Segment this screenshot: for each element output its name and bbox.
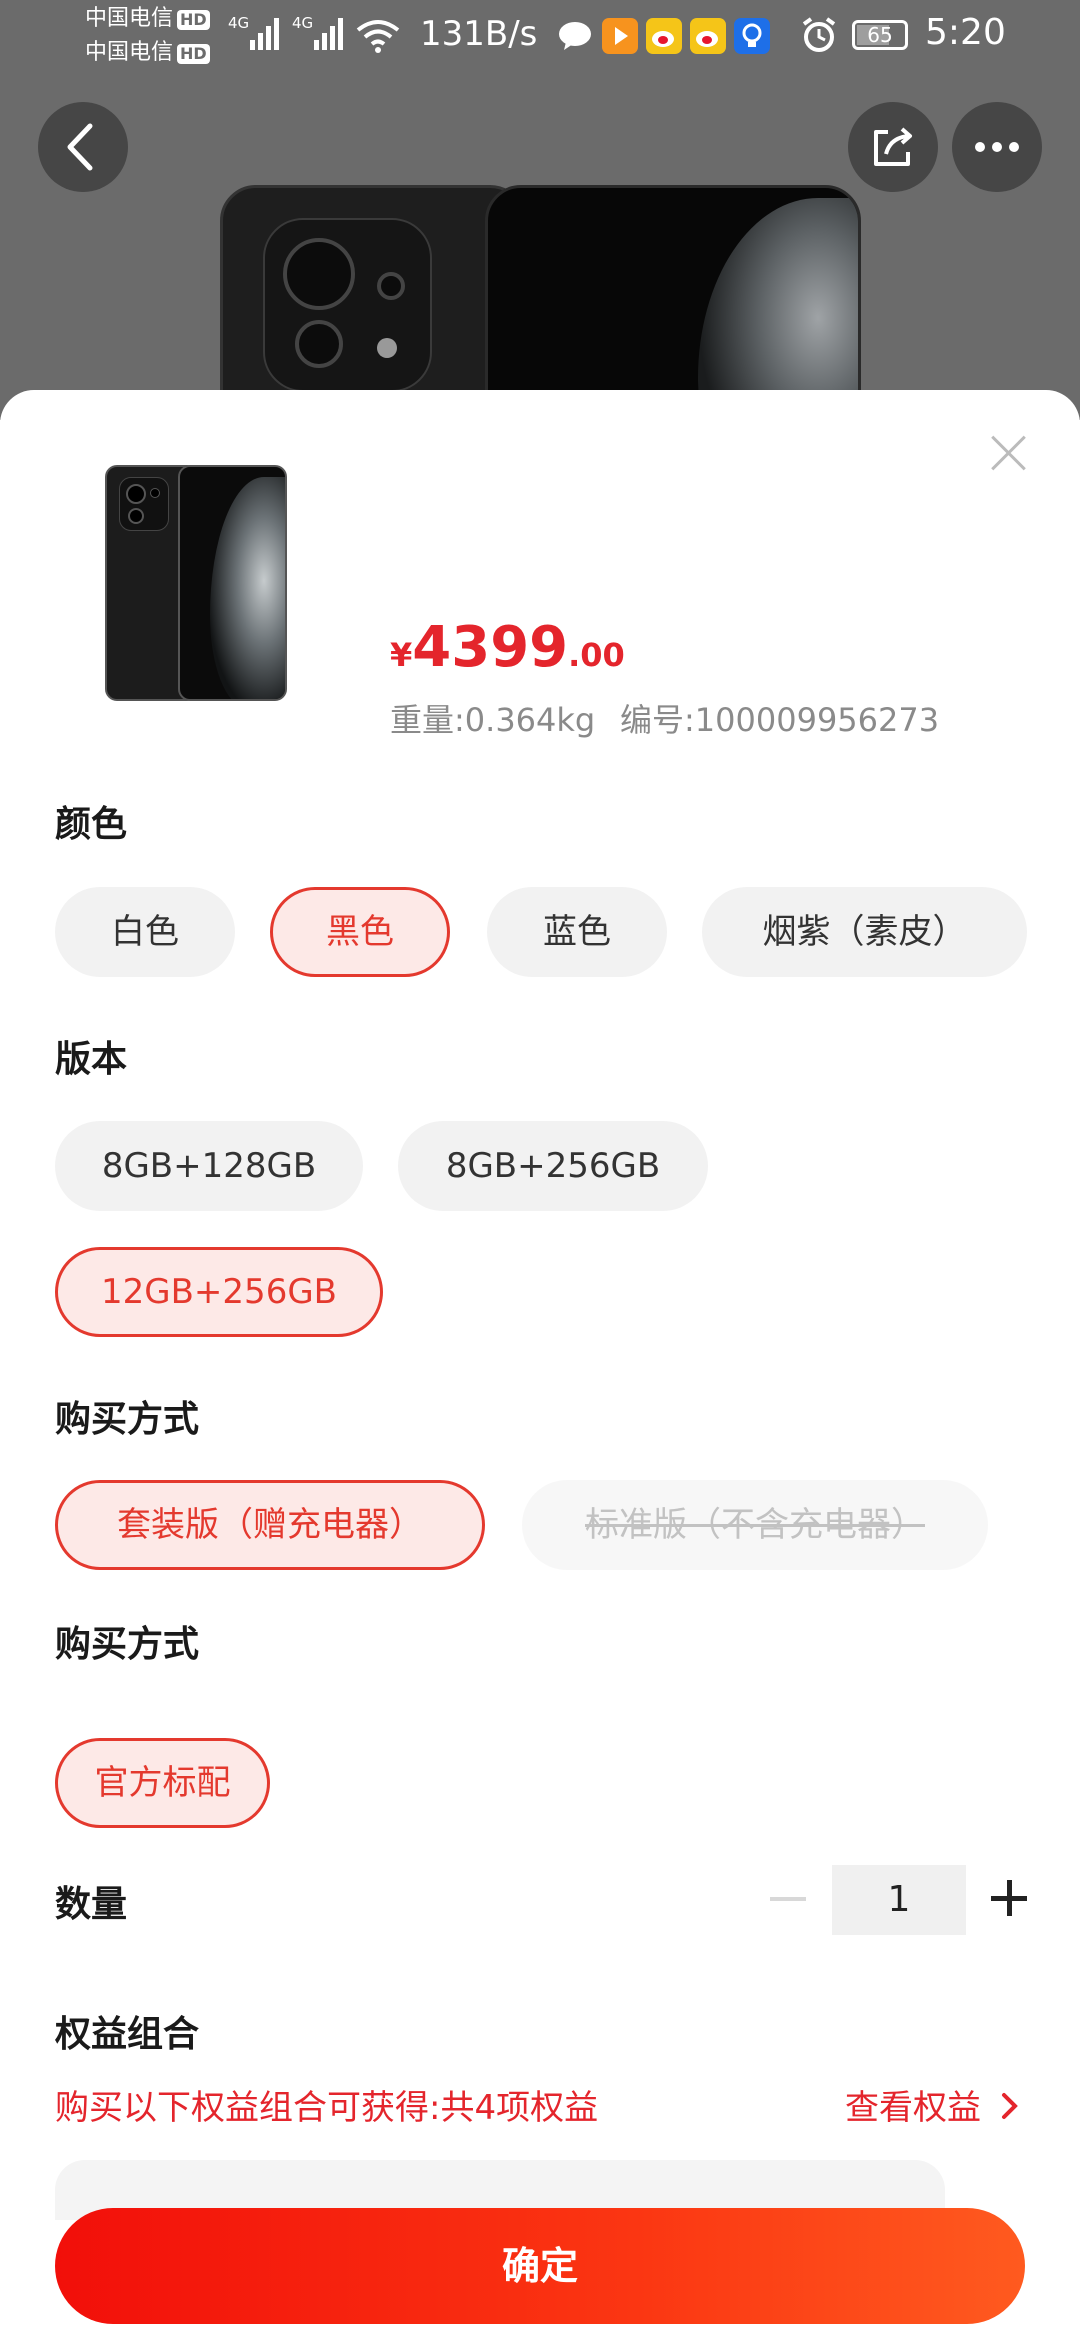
network-type-2: 4G — [292, 14, 314, 32]
purchase-method-title-2: 购买方式 — [55, 1624, 200, 1665]
color-option-blue[interactable]: 蓝色 — [487, 887, 667, 977]
carrier-1-label: 中国电信 — [85, 6, 174, 31]
product-thumbnail — [100, 465, 287, 701]
purchase-option-label: 套装版（赠充电器） — [117, 1505, 423, 1545]
status-bar: 中国电信 HD 中国电信 HD 4G 4G 131B/s 65 5:20 — [0, 0, 1080, 80]
confirm-label: 确定 — [501, 2244, 578, 2288]
product-sku: 编号:100009956273 — [620, 701, 940, 739]
purchase-option-label: 官方标配 — [94, 1763, 231, 1803]
camera-module — [263, 218, 432, 392]
battery-level: 65 — [867, 23, 893, 47]
sku-selector-sheet: ¥4399.00 重量:0.364kg 编号:100009956273 颜色 白… — [0, 390, 1080, 2340]
version-section-title: 版本 — [55, 1039, 128, 1080]
more-button[interactable] — [952, 102, 1042, 192]
purchase-option-standard-disabled: 标准版（不含充电器） — [522, 1480, 988, 1570]
color-option-label: 白色 — [111, 912, 179, 952]
color-option-black[interactable]: 黑色 — [270, 887, 450, 977]
color-option-white[interactable]: 白色 — [55, 887, 235, 977]
wifi-icon — [356, 20, 400, 53]
quantity-title: 数量 — [55, 1884, 128, 1925]
close-icon[interactable] — [985, 430, 1033, 478]
wechat-icon — [559, 22, 591, 50]
quantity-input[interactable]: 1 — [832, 1865, 966, 1935]
color-option-label: 蓝色 — [543, 912, 611, 952]
view-benefits-label: 查看权益 — [845, 2088, 981, 2128]
confirm-button[interactable]: 确定 — [55, 2208, 1025, 2324]
product-hero-image — [220, 185, 861, 420]
carrier-1: 中国电信 HD — [85, 6, 210, 32]
minus-icon[interactable] — [770, 1897, 806, 1901]
purchase-option-official[interactable]: 官方标配 — [55, 1738, 270, 1828]
version-option-label: 8GB+128GB — [101, 1146, 317, 1186]
product-weight: 重量:0.364kg — [390, 701, 596, 739]
weibo-icon — [646, 18, 682, 54]
version-option-12-256[interactable]: 12GB+256GB — [55, 1247, 383, 1337]
alarm-icon — [802, 17, 836, 52]
hd-badge-2: HD — [177, 44, 210, 64]
price-decimal: .00 — [568, 636, 625, 674]
color-option-label: 烟紫（素皮） — [762, 912, 967, 952]
phone-front-image — [485, 185, 861, 420]
phone-back-image — [220, 185, 526, 420]
back-button[interactable] — [38, 102, 128, 192]
version-option-label: 12GB+256GB — [101, 1272, 337, 1312]
color-option-smoke-purple[interactable]: 烟紫（素皮） — [702, 887, 1027, 977]
color-option-label: 黑色 — [326, 912, 394, 952]
version-option-label: 8GB+256GB — [445, 1146, 661, 1186]
version-option-8-256[interactable]: 8GB+256GB — [398, 1121, 708, 1211]
purchase-option-bundle[interactable]: 套装版（赠充电器） — [55, 1480, 485, 1570]
video-app-icon — [602, 18, 638, 54]
benefits-description: 购买以下权益组合可获得:共4项权益 — [55, 2088, 599, 2128]
share-button[interactable] — [848, 102, 938, 192]
benefits-title: 权益组合 — [55, 2014, 200, 2055]
chevron-right-icon — [1001, 2093, 1018, 2119]
bulb-app-icon — [734, 18, 770, 54]
share-icon — [874, 127, 912, 166]
chevron-left-icon — [67, 123, 93, 171]
clock: 5:20 — [925, 12, 1006, 53]
view-benefits-link[interactable]: 查看权益 — [845, 2080, 1022, 2129]
version-option-8-128[interactable]: 8GB+128GB — [55, 1121, 363, 1211]
weibo-icon — [690, 18, 726, 54]
product-page-background: 中国电信 HD 中国电信 HD 4G 4G 131B/s 65 5:20 — [0, 0, 1080, 420]
network-type-1: 4G — [228, 14, 250, 32]
net-speed: 131B/s — [420, 14, 538, 54]
purchase-option-label: 标准版（不含充电器） — [585, 1505, 925, 1545]
price-currency: ¥ — [390, 636, 413, 674]
color-section-title: 颜色 — [55, 804, 128, 845]
carrier-2: 中国电信 HD — [85, 40, 210, 66]
battery-icon: 65 — [852, 20, 908, 50]
purchase-method-title: 购买方式 — [55, 1399, 200, 1440]
price-integer: 4399 — [412, 615, 569, 680]
carrier-2-label: 中国电信 — [85, 40, 174, 65]
price: ¥4399.00 — [390, 615, 625, 680]
hd-badge: HD — [177, 10, 210, 30]
more-dots-icon — [975, 142, 1019, 152]
plus-icon[interactable] — [991, 1880, 1027, 1916]
